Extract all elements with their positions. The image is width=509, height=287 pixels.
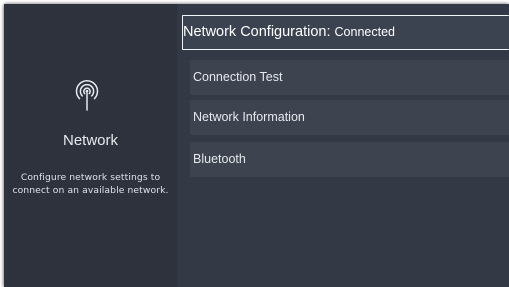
connection-test-label: Connection Test — [193, 70, 283, 84]
network-configuration-label: Network Configuration: — [183, 24, 335, 40]
network-information-label: Network Information — [193, 110, 305, 124]
network-configuration-item[interactable]: Network Configuration: Connected — [182, 15, 509, 50]
network-settings-screen: Network Configure network settings to co… — [0, 0, 509, 287]
connection-test-item[interactable]: Connection Test — [190, 60, 509, 95]
wireless-network-icon — [75, 80, 99, 111]
section-description: Configure network settings to connect on… — [12, 172, 169, 196]
bluetooth-item[interactable]: Bluetooth — [190, 142, 509, 177]
section-title: Network — [62, 132, 118, 149]
network-configuration-status: Connected — [334, 25, 395, 39]
bluetooth-label: Bluetooth — [193, 152, 246, 166]
network-information-item[interactable]: Network Information — [190, 100, 509, 135]
